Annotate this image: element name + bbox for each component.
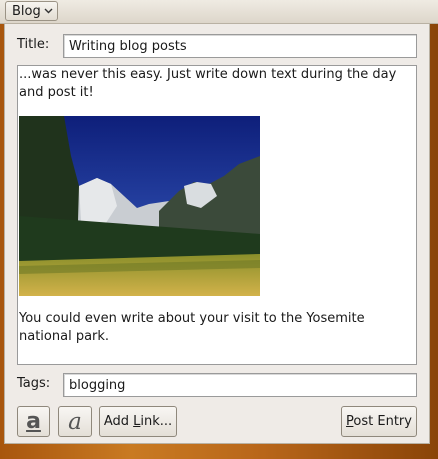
title-input[interactable]: Writing blog posts bbox=[63, 34, 417, 58]
title-label: Title: bbox=[17, 37, 50, 52]
text-italic-icon: a bbox=[68, 408, 82, 435]
blog-menu-button[interactable]: Blog bbox=[5, 1, 58, 21]
blog-entry-panel: Title: Writing blog posts ...was never t… bbox=[4, 24, 430, 444]
chevron-down-icon bbox=[44, 8, 53, 14]
body-paragraph-1: ...was never this easy. Just write down … bbox=[19, 67, 397, 100]
tags-input[interactable]: blogging bbox=[63, 373, 417, 397]
bold-button[interactable]: a bbox=[17, 406, 50, 437]
top-panel: Blog bbox=[0, 0, 438, 24]
tags-input-text: blogging bbox=[69, 377, 126, 393]
post-body-editor[interactable]: ...was never this easy. Just write down … bbox=[17, 65, 417, 365]
post-entry-button[interactable]: Post Entry bbox=[341, 406, 417, 437]
add-link-label: Add Link... bbox=[103, 414, 173, 429]
title-input-text: Writing blog posts bbox=[69, 38, 187, 54]
post-entry-label: Post Entry bbox=[346, 414, 412, 429]
add-link-button[interactable]: Add Link... bbox=[99, 406, 177, 437]
body-paragraph-2: You could even write about your visit to… bbox=[19, 311, 365, 344]
text-bold-icon: a bbox=[26, 408, 41, 434]
tags-label: Tags: bbox=[17, 376, 51, 391]
yosemite-photo bbox=[19, 116, 260, 296]
blog-menu-label: Blog bbox=[12, 3, 41, 19]
italic-button[interactable]: a bbox=[58, 406, 92, 437]
